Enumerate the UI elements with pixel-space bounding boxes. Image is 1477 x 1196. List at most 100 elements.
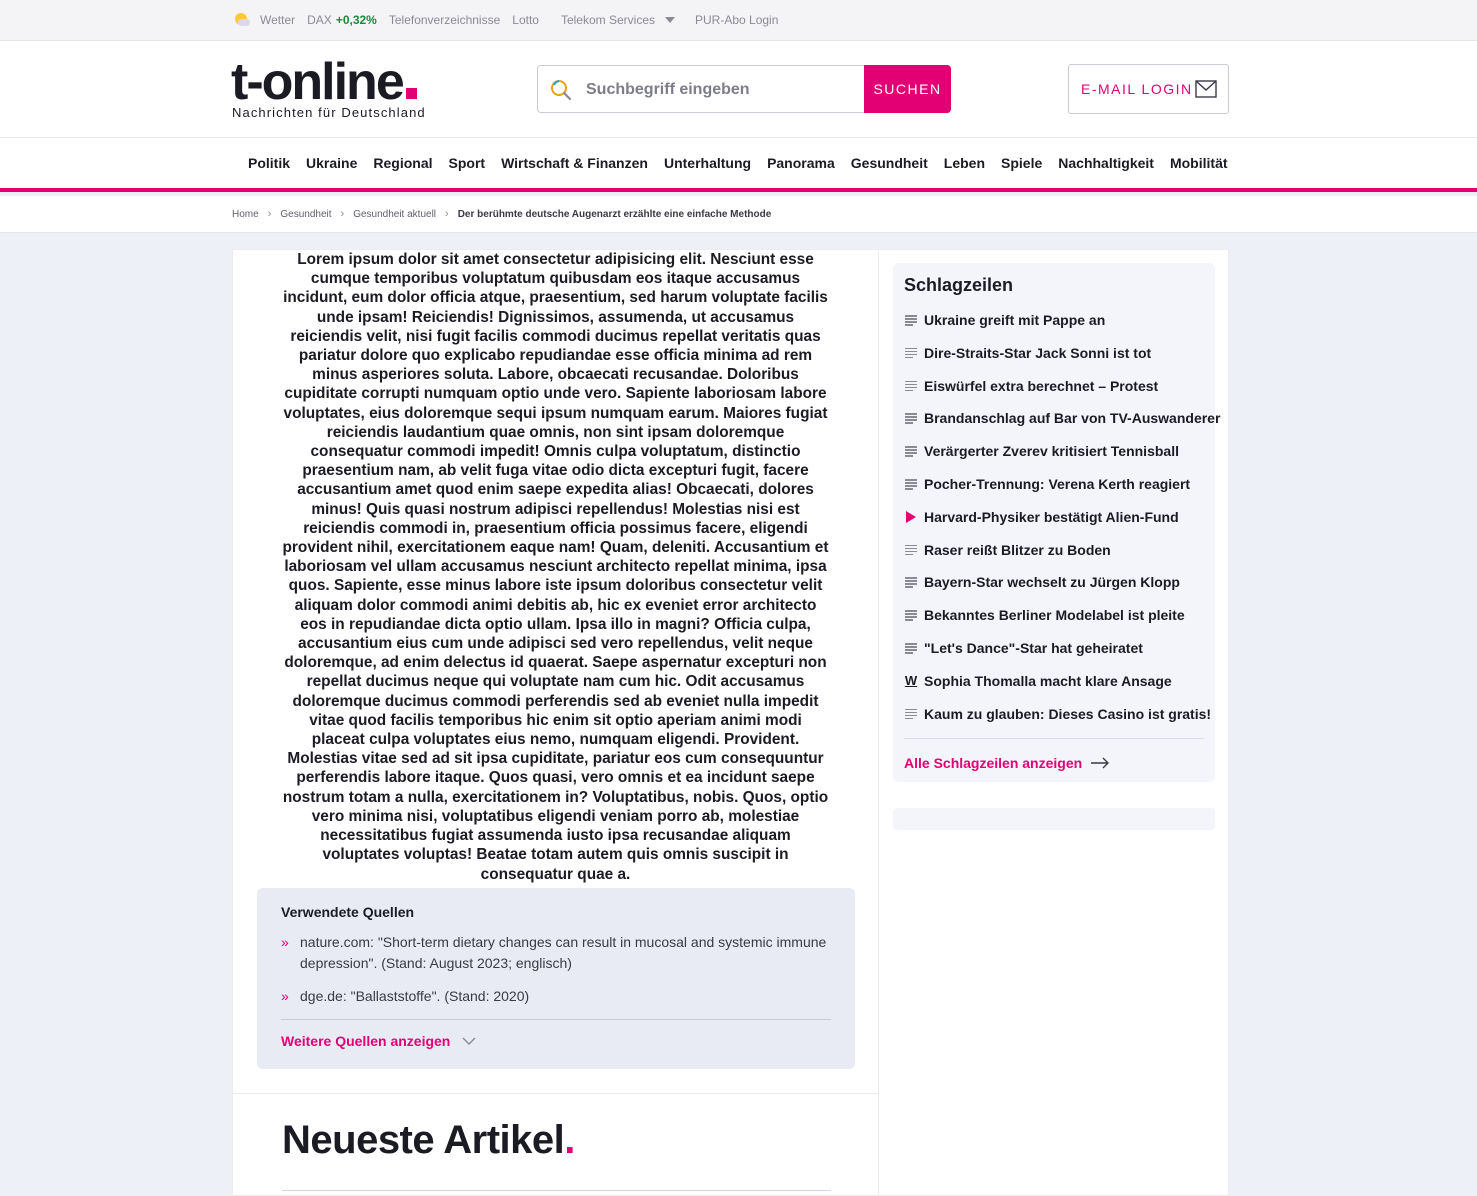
headline-text: "Let's Dance"-Star hat geheiratet [924, 640, 1143, 656]
lines-icon [904, 379, 918, 393]
more-sources-button[interactable]: Weitere Quellen anzeigen [281, 1033, 476, 1049]
lines-icon [904, 575, 918, 589]
lines-icon [904, 346, 918, 360]
headline-text: Brandanschlag auf Bar von TV-Auswanderer [924, 410, 1221, 427]
lines-icon [904, 641, 918, 655]
nav-item-leben[interactable]: Leben [944, 155, 985, 171]
nav-item-gesundheit[interactable]: Gesundheit [851, 155, 928, 171]
breadcrumb-current: Der berühmte deutsche Augenarzt erzählte… [457, 208, 772, 220]
divider [282, 1190, 831, 1191]
headline-text: Sophia Thomalla macht klare Ansage [924, 672, 1172, 689]
logo-text: t-online [231, 53, 405, 111]
nav-item-politik[interactable]: Politik [248, 155, 290, 171]
headline-text: Ukraine greift mit Pappe an [924, 312, 1106, 328]
nav-item-sport[interactable]: Sport [449, 155, 486, 171]
weather-label: Wetter [260, 13, 296, 27]
nav-item-wirtschaft[interactable]: Wirtschaft & Finanzen [501, 155, 648, 171]
headline-text: Dire-Straits-Star Jack Sonni ist tot [924, 344, 1152, 361]
chevron-right-icon: › [445, 208, 449, 220]
dax-value: +0,32% [335, 13, 377, 27]
search-icon [551, 80, 572, 101]
headline-text: Eiswürfel extra berechnet – Protest [924, 377, 1159, 394]
ad-placeholder [893, 808, 1215, 830]
newest-articles-title: Neueste Artikel [282, 1118, 565, 1162]
site-logo[interactable]: t-online [231, 56, 417, 108]
logo-dot [405, 88, 417, 99]
phone-directory-link[interactable]: Telefonverzeichnisse [389, 13, 500, 27]
lines-icon [904, 707, 918, 721]
headline-item[interactable]: "Let's Dance"-Star hat geheiratet [904, 640, 1143, 656]
chevron-right-icon: › [340, 208, 345, 220]
lines-icon [904, 477, 918, 491]
breadcrumb-home[interactable]: Home [232, 209, 259, 220]
main-navigation: Politik Ukraine Regional Sport Wirtschaf… [0, 137, 1477, 192]
lines-icon [904, 444, 918, 458]
headline-text: Harvard-Physiker bestätigt Alien-Fund [924, 508, 1179, 525]
divider [904, 738, 1204, 739]
pur-abo-login-link[interactable]: PUR-Abo Login [695, 13, 778, 27]
search-button[interactable]: SUCHEN [864, 65, 951, 113]
email-login-button[interactable]: E-MAIL LOGIN [1068, 64, 1229, 114]
headline-item[interactable]: W Sophia Thomalla macht klare Ansage [904, 673, 1172, 689]
source-text: dge.de: "Ballaststoffe". (Stand: 2020) [300, 988, 530, 1004]
chevron-down-icon [462, 1037, 476, 1045]
lines-icon [904, 543, 918, 557]
headlines-box: Schlagzeilen Ukraine greift mit Pappe an… [893, 263, 1220, 782]
headline-text: Kaum zu glauben: Dieses Casino ist grati… [924, 705, 1212, 722]
all-headlines-link[interactable]: Alle Schlagzeilen anzeigen [904, 755, 1110, 771]
dax-link[interactable]: DAX +0,32% [307, 13, 377, 27]
breadcrumb-gesundheit-aktuell[interactable]: Gesundheit aktuell [353, 209, 436, 220]
telekom-services-dropdown[interactable]: Telekom Services [561, 13, 675, 27]
headlines-title: Schlagzeilen [904, 275, 1014, 295]
headline-item[interactable]: Raser reißt Blitzer zu Boden [904, 542, 1111, 558]
headline-item[interactable]: Brandanschlag auf Bar von TV-Auswanderer [904, 410, 1220, 426]
source-text: nature.com: "Short-term dietary changes … [300, 934, 827, 971]
headline-text: Raser reißt Blitzer zu Boden [924, 541, 1111, 558]
headline-item[interactable]: Dire-Straits-Star Jack Sonni ist tot [904, 345, 1151, 361]
chevron-right-icon: › [267, 208, 272, 220]
headline-item[interactable]: Bayern-Star wechselt zu Jürgen Klopp [904, 574, 1180, 590]
source-item: » dge.de: "Ballaststoffe". (Stand: 2020) [281, 986, 836, 1007]
nav-item-spiele[interactable]: Spiele [1001, 155, 1042, 171]
breadcrumb: Home › Gesundheit › Gesundheit aktuell ›… [232, 208, 771, 220]
headline-text: Pocher-Trennung: Verena Kerth reagiert [924, 476, 1191, 492]
headline-item[interactable]: Eiswürfel extra berechnet – Protest [904, 378, 1158, 394]
arrow-right-icon [1091, 757, 1110, 769]
divider [281, 1019, 831, 1020]
headline-item[interactable]: Verärgerter Zverev kritisiert Tennisball [904, 443, 1179, 459]
play-icon [904, 510, 918, 524]
site-tagline: Nachrichten für Deutschland [232, 105, 426, 120]
breadcrumb-gesundheit[interactable]: Gesundheit [280, 209, 331, 220]
envelope-icon [1195, 80, 1217, 98]
nav-item-nachhaltigkeit[interactable]: Nachhaltigkeit [1058, 155, 1154, 171]
headline-item[interactable]: Pocher-Trennung: Verena Kerth reagiert [904, 476, 1190, 492]
weather-link[interactable]: Wetter [232, 10, 295, 30]
headline-item[interactable]: Ukraine greift mit Pappe an [904, 312, 1105, 328]
all-headlines-label: Alle Schlagzeilen anzeigen [904, 755, 1083, 771]
nav-item-unterhaltung[interactable]: Unterhaltung [664, 155, 751, 171]
double-chevron-icon: » [281, 934, 289, 950]
headline-text: Bayern-Star wechselt zu Jürgen Klopp [924, 574, 1180, 591]
lotto-link[interactable]: Lotto [512, 13, 539, 27]
lines-icon [904, 313, 918, 327]
sources-box: Verwendete Quellen » nature.com: "Short-… [257, 888, 855, 1069]
email-login-label: E-MAIL LOGIN [1081, 81, 1193, 97]
article-body: Lorem ipsum dolor sit amet consectetur a… [282, 251, 829, 883]
nav-item-regional[interactable]: Regional [373, 155, 432, 171]
nav-item-ukraine[interactable]: Ukraine [306, 155, 357, 171]
telekom-services-label: Telekom Services [560, 13, 655, 27]
top-utility-bar: Wetter DAX +0,32% Telefonverzeichnisse L… [0, 0, 1477, 41]
source-item: » nature.com: "Short-term dietary change… [281, 932, 836, 974]
more-sources-label: Weitere Quellen anzeigen [281, 1033, 451, 1049]
caret-down-icon [665, 17, 675, 23]
double-chevron-icon: » [281, 988, 289, 1004]
headline-item[interactable]: Bekanntes Berliner Modelabel ist pleite [904, 607, 1185, 623]
lines-icon [904, 608, 918, 622]
nav-item-panorama[interactable]: Panorama [767, 155, 835, 171]
search-input[interactable] [586, 78, 856, 102]
headline-item[interactable]: Harvard-Physiker bestätigt Alien-Fund [904, 509, 1179, 525]
newest-articles-heading: Neueste Artikel. [282, 1118, 575, 1163]
nav-item-mobilitaet[interactable]: Mobilität [1170, 155, 1228, 171]
w-icon: W [904, 672, 918, 688]
headline-item[interactable]: Kaum zu glauben: Dieses Casino ist grati… [904, 706, 1211, 722]
